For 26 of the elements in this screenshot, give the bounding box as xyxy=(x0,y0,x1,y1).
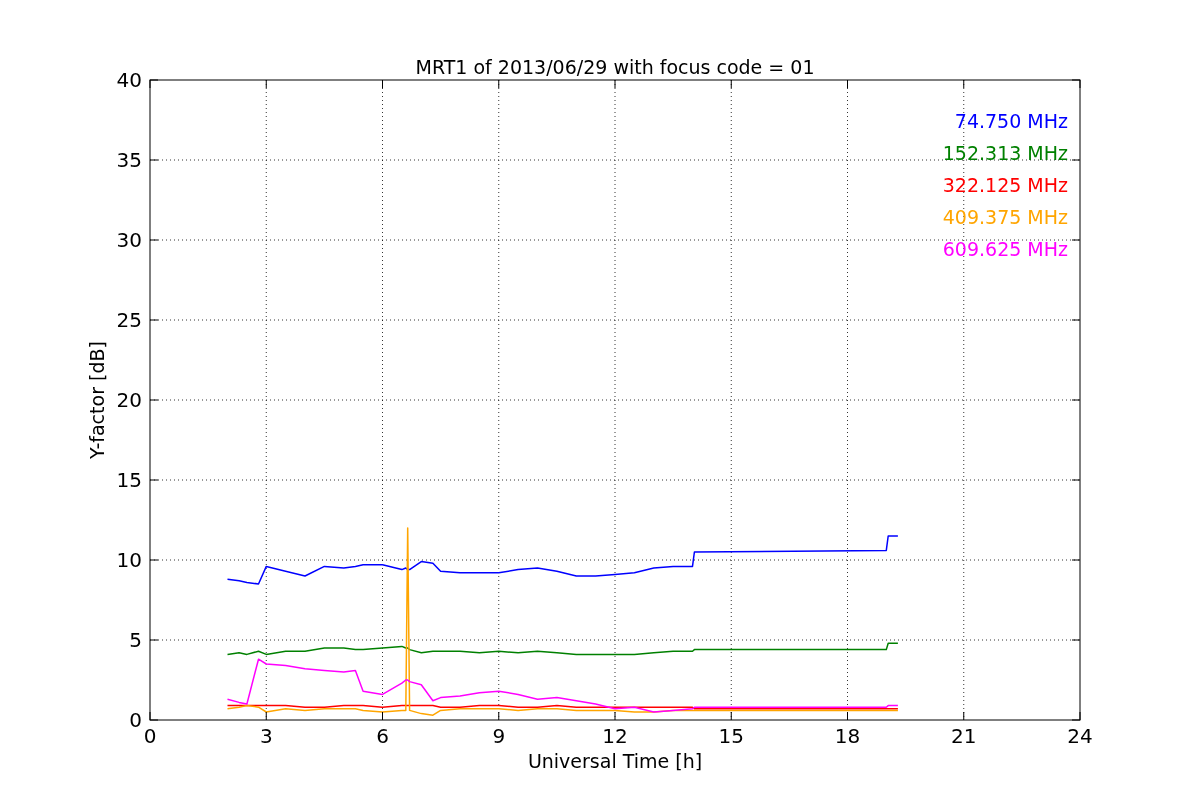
x-tick-label: 12 xyxy=(602,724,628,748)
y-tick-label: 5 xyxy=(129,628,142,652)
y-tick-label: 40 xyxy=(116,68,142,92)
x-tick-label: 0 xyxy=(143,724,157,748)
x-tick-label: 24 xyxy=(1067,724,1093,748)
legend-label: 152.313 MHz xyxy=(942,142,1068,164)
y-tick-label: 15 xyxy=(116,468,142,492)
legend-label: 409.375 MHz xyxy=(942,206,1068,228)
y-tick-label: 10 xyxy=(116,548,142,572)
y-tick-label: 35 xyxy=(116,148,142,172)
x-tick-label: 18 xyxy=(834,724,861,748)
x-axis-title: Universal Time [h] xyxy=(527,750,703,772)
legend-label: 322.125 MHz xyxy=(942,174,1068,196)
x-tick-label: 6 xyxy=(376,724,389,748)
legend-label: 74.750 MHz xyxy=(954,110,1068,132)
y-tick-label: 25 xyxy=(116,308,142,332)
x-tick-label: 21 xyxy=(951,724,977,748)
y-axis-title: Y-factor [dB] xyxy=(86,341,108,459)
x-tick-label: 15 xyxy=(718,724,744,748)
y-tick-label: 0 xyxy=(129,708,142,732)
y-tick-label: 30 xyxy=(116,228,142,252)
legend-label: 609.625 MHz xyxy=(942,238,1068,260)
x-tick-label: 9 xyxy=(492,724,506,748)
x-tick-label: 3 xyxy=(259,724,273,748)
y-tick-label: 20 xyxy=(116,388,142,412)
chart-title: MRT1 of 2013/06/29 with focus code = 01 xyxy=(415,56,815,78)
